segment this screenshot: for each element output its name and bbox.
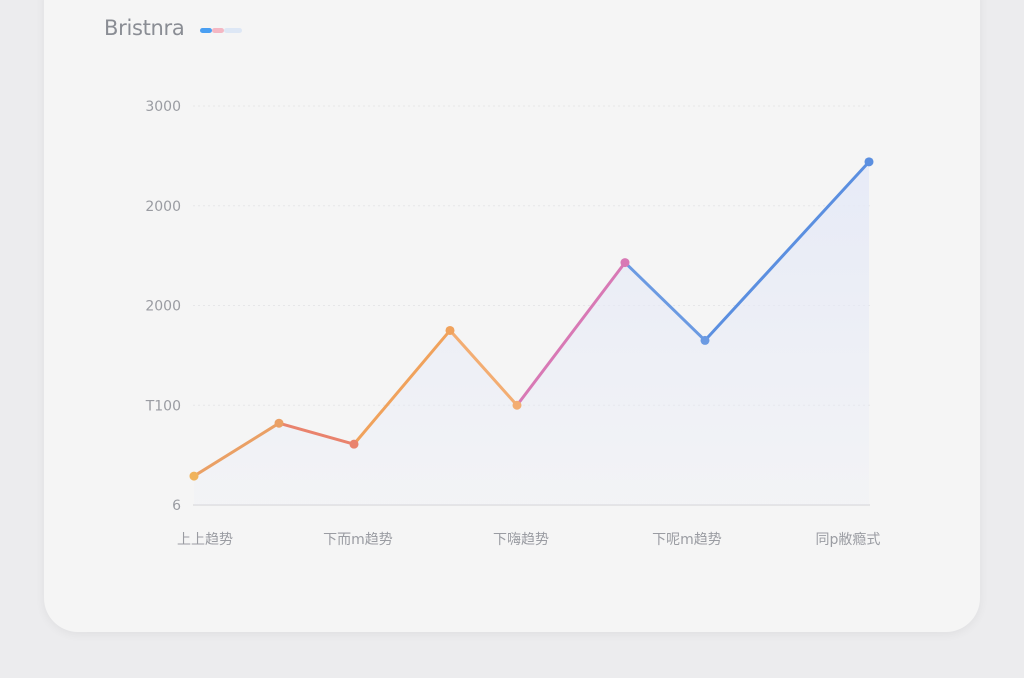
x-tick-label-4: 同p敝瘾式 [816,531,881,548]
data-point-1 [274,418,284,428]
x-tick-label-0: 上上趋势 [177,532,233,548]
data-point-7 [864,157,874,167]
y-tick-label-2: 2000 [145,299,181,315]
area-fill [194,161,869,506]
data-point-5 [620,258,630,268]
line-chart: 6 T100 2000 2000 3000 上上趋势 下而m趋势 下嗨趋势 下呢m趋势 同p敝瘾式 [145,99,881,548]
data-point-2 [349,439,359,449]
y-tick-label-1: T100 [145,398,181,414]
data-point-4 [512,400,522,410]
x-tick-label-2: 下嗨趋势 [493,532,549,548]
data-point-3 [445,325,455,335]
y-tick-label-3: 2000 [145,199,181,215]
y-tick-label-4: 3000 [145,99,181,115]
y-tick-label-0: 6 [172,498,181,514]
data-point-0 [189,471,199,481]
x-tick-label-1: 下而m趋势 [323,532,393,548]
x-tick-label-3: 下呢m趋势 [652,532,722,548]
data-point-6 [700,335,710,345]
